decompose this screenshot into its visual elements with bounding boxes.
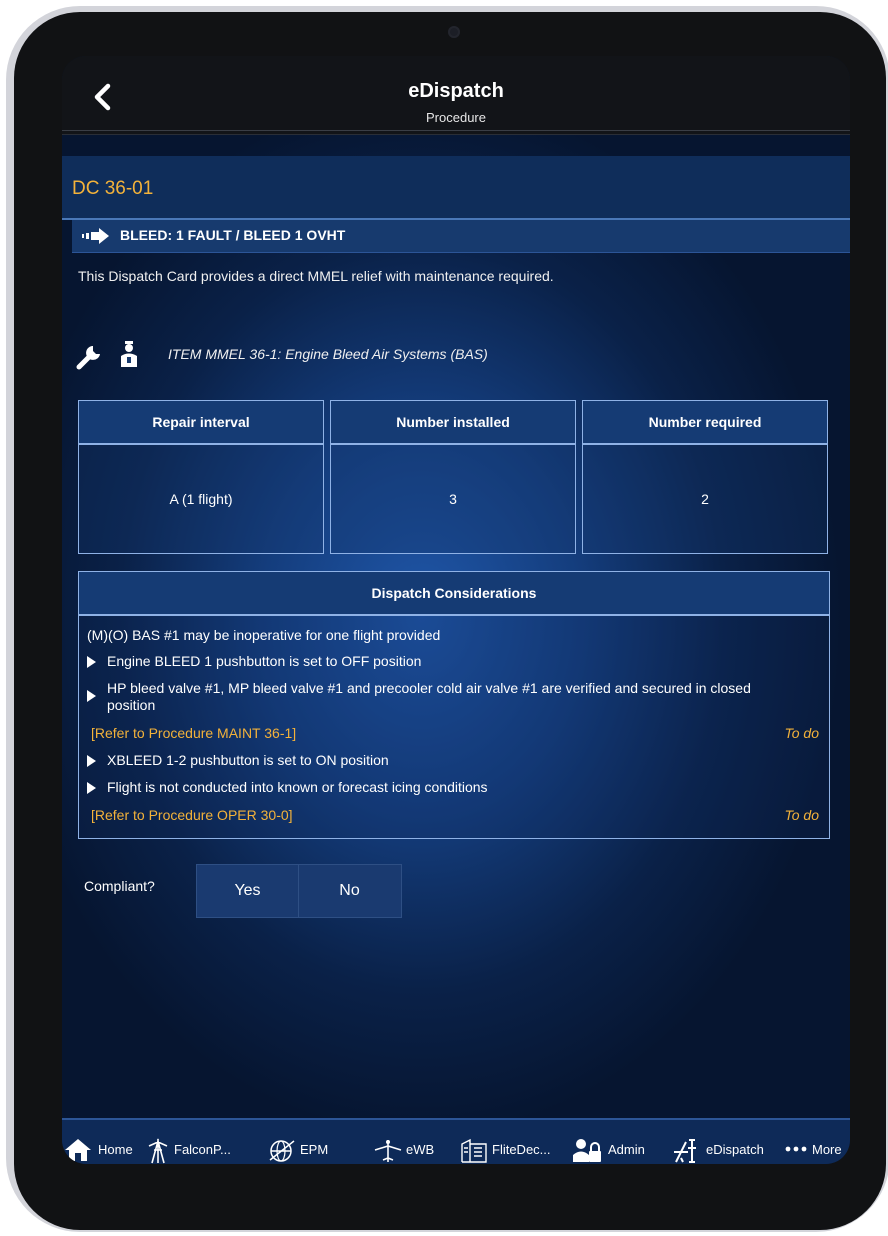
mmel-item-title: ITEM MMEL 36-1: Engine Bleed Air Systems… [168,346,488,362]
tab-epm[interactable]: EPM [268,1138,338,1162]
tab-label: More [812,1142,842,1157]
procedure-link-maint[interactable]: [Refer to Procedure MAINT 36-1] [91,725,296,741]
compliance-segmented-control: Yes No [196,864,402,918]
tab-edispatch[interactable]: eDispatch [672,1138,780,1163]
number-required-cell: Number required 2 [582,400,828,554]
number-required-header: Number required [583,401,827,445]
yes-button[interactable]: Yes [197,865,299,917]
fault-banner: BLEED: 1 FAULT / BLEED 1 OVHT [72,220,850,253]
mechanic-icon [121,341,137,367]
tab-more[interactable]: More [784,1138,848,1162]
repair-interval-header: Repair interval [79,401,323,445]
camera-dot [448,26,460,38]
header-divider [62,130,850,131]
compliant-label: Compliant? [84,878,155,894]
flight-deck-icon [461,1138,487,1163]
aircraft-icon [374,1140,402,1162]
dispatch-card-code: DC 36-01 [72,178,154,199]
tab-falconp[interactable]: FalconP... [146,1138,246,1164]
tab-home[interactable]: Home [64,1138,140,1162]
mmel-item-row: ITEM MMEL 36-1: Engine Bleed Air Systems… [76,338,836,372]
tower-icon [148,1138,168,1164]
tab-admin[interactable]: Admin [572,1138,656,1162]
tab-label: Home [98,1142,133,1157]
dispatch-item: HP bleed valve #1, MP bleed valve #1 and… [107,680,751,713]
dispatch-icon [674,1139,696,1163]
repair-interval-cell: Repair interval A (1 flight) [78,400,324,554]
number-installed-value: 3 [449,491,457,507]
bullet-icon [87,782,96,794]
page-subtitle: Procedure [426,110,486,125]
tab-label: EPM [300,1142,329,1157]
home-icon [65,1139,91,1161]
arrow-right-icon [82,228,109,244]
dispatch-item: Flight is not conducted into known or fo… [107,779,488,795]
tab-label: FalconP... [174,1142,231,1157]
number-installed-cell: Number installed 3 [330,400,576,554]
bullet-icon [87,755,96,767]
dispatch-considerations-panel: Dispatch Considerations (M)(O) BAS #1 ma… [78,571,830,839]
todo-status[interactable]: To do [784,725,819,741]
tab-flitedeck[interactable]: FliteDec... [460,1138,564,1163]
navigation-bar: eDispatch Procedure [62,56,850,135]
globe-icon [269,1140,295,1162]
tab-label: FliteDec... [492,1142,551,1157]
tab-label: eWB [406,1142,435,1157]
wrench-icon [76,346,100,370]
bullet-icon [87,656,96,668]
no-button[interactable]: No [299,865,400,917]
app-screen: eDispatch Procedure DC 36-01 BLEED: 1 FA… [62,56,850,1164]
todo-status[interactable]: To do [784,807,819,823]
number-required-value: 2 [701,491,709,507]
page-title: eDispatch [408,80,504,102]
procedure-link-oper[interactable]: [Refer to Procedure OPER 30-0] [91,807,293,823]
fault-title: BLEED: 1 FAULT / BLEED 1 OVHT [120,227,346,243]
repair-interval-value: A (1 flight) [169,491,233,507]
tab-label: eDispatch [706,1142,764,1157]
dispatch-considerations-title: Dispatch Considerations [79,572,829,616]
card-description: This Dispatch Card provides a direct MME… [78,268,554,284]
dispatch-card-header: DC 36-01 [62,156,850,220]
bottom-tab-bar: Home FalconP... EPM eWB FliteDec... Admi… [62,1118,850,1164]
tab-ewb[interactable]: eWB [374,1138,444,1162]
tab-label: Admin [608,1142,645,1157]
bullet-icon [87,690,96,702]
dispatch-condition-intro: (M)(O) BAS #1 may be inoperative for one… [87,627,441,643]
more-icon [785,1146,807,1152]
dispatch-item: XBLEED 1-2 pushbutton is set to ON posit… [107,752,389,768]
admin-icon [573,1139,601,1162]
dispatch-item: Engine BLEED 1 pushbutton is set to OFF … [107,653,422,669]
number-installed-header: Number installed [331,401,575,445]
